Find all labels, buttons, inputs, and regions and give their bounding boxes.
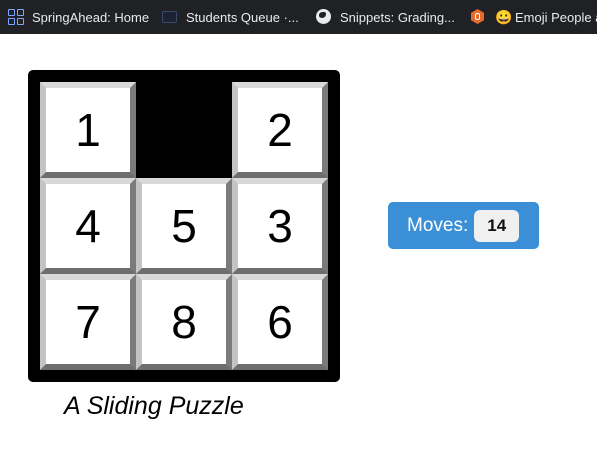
tile-number: 4 — [75, 200, 101, 252]
moves-counter: Moves: 14 — [388, 202, 539, 249]
bookmark-label: Students Queue ·... — [186, 9, 299, 25]
puzzle-tile[interactable]: 4 — [40, 178, 136, 274]
puzzle-tile[interactable]: 3 — [232, 178, 328, 274]
bookmark-label: Emoji People a — [515, 9, 597, 25]
bookmark-springahead[interactable]: SpringAhead: Home — [8, 0, 149, 34]
grid-icon — [8, 9, 24, 25]
puzzle-tile[interactable]: 5 — [136, 178, 232, 274]
puzzle-tile[interactable]: 6 — [232, 274, 328, 370]
globe-icon — [316, 9, 332, 25]
bookmarks-bar: SpringAhead: Home Students Queue ·... Sn… — [0, 0, 597, 34]
bookmark-emoji-people[interactable]: 😀 Emoji People a — [495, 0, 597, 34]
moves-label: Moves: — [407, 214, 469, 236]
bookmark-snippets[interactable]: Snippets: Grading... — [316, 0, 455, 34]
screen-icon — [162, 9, 178, 25]
tile-number: 7 — [75, 296, 101, 348]
smiley-emoji-icon: 😀 — [495, 9, 513, 25]
tile-number: 6 — [267, 296, 293, 348]
bookmark-label: SpringAhead: Home — [32, 9, 150, 25]
puzzle-tile[interactable]: 2 — [232, 82, 328, 178]
moves-count-badge: 14 — [474, 209, 520, 242]
hexagon-icon — [471, 9, 487, 25]
bookmark-label: Snippets: Grading... — [340, 9, 455, 25]
tile-number: 2 — [267, 104, 293, 156]
bookmark-students-queue[interactable]: Students Queue ·... — [162, 0, 299, 34]
bookmark-hexagon[interactable] — [471, 0, 487, 34]
tile-number: 5 — [171, 200, 197, 252]
puzzle-caption: A Sliding Puzzle — [64, 392, 244, 420]
tile-number: 8 — [171, 296, 197, 348]
tile-number: 3 — [267, 200, 293, 252]
tile-number: 1 — [75, 104, 101, 156]
puzzle-board: 1 2 4 5 3 7 8 6 — [28, 70, 340, 382]
puzzle-tile[interactable]: 8 — [136, 274, 232, 370]
puzzle-tile[interactable]: 1 — [40, 82, 136, 178]
puzzle-tile[interactable]: 7 — [40, 274, 136, 370]
